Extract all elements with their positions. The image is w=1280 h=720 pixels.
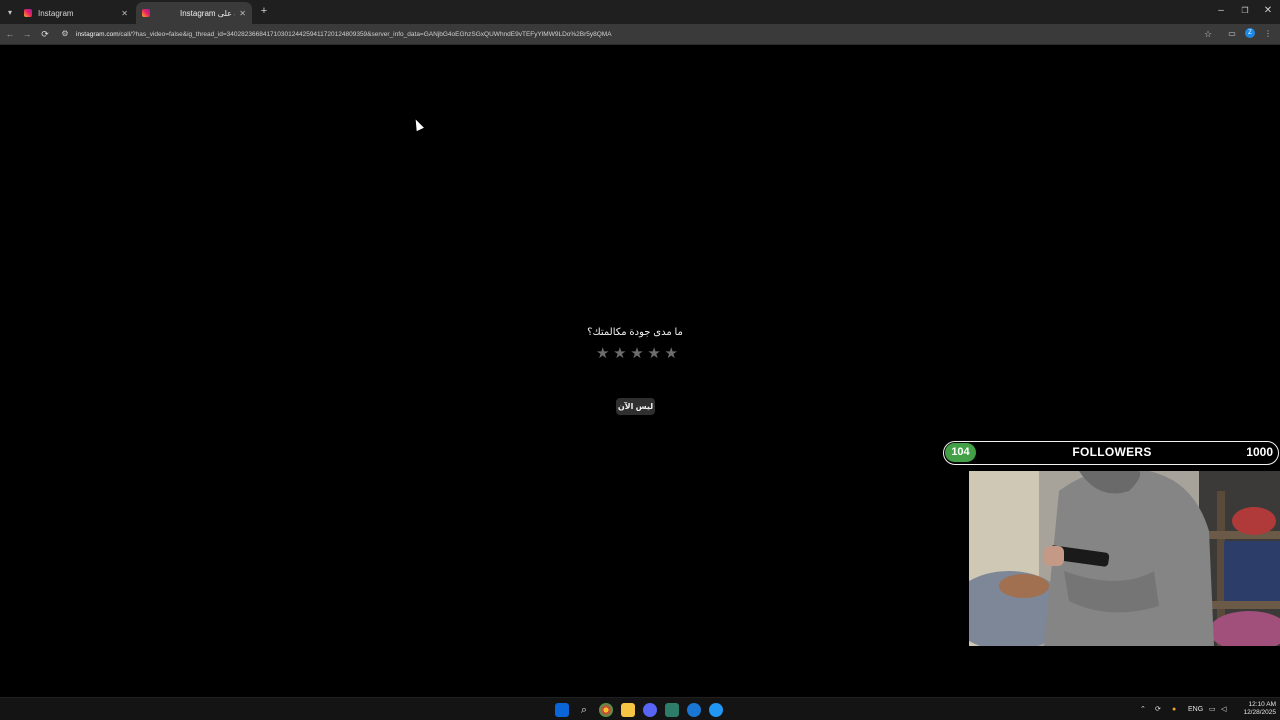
minimize-icon[interactable]: – bbox=[1215, 5, 1227, 17]
browser-app-icon[interactable] bbox=[687, 703, 701, 717]
address-bar[interactable]: ⚙ instagram.com/call/?has_video=false&ig… bbox=[58, 26, 1220, 42]
url-text[interactable]: instagram.com/call/?has_video=false&ig_t… bbox=[76, 31, 1186, 38]
forward-arrow-icon[interactable]: → bbox=[20, 27, 34, 41]
zoom-app-icon[interactable] bbox=[709, 703, 723, 717]
tray-chevron-up-icon[interactable]: ⌃ bbox=[1140, 705, 1146, 715]
file-explorer-icon[interactable] bbox=[621, 703, 635, 717]
webcam-person-image bbox=[969, 471, 1280, 646]
followers-label: FOLLOWERS bbox=[1072, 445, 1152, 459]
language-indicator[interactable]: ENG bbox=[1188, 705, 1203, 715]
tab-instagram-call[interactable]: Instagram مكالمة على ✕ bbox=[136, 2, 252, 24]
system-clock[interactable]: 12:10 AM 12/28/2025 bbox=[1236, 701, 1276, 717]
followers-goal-bar: 104 FOLLOWERS 1000 bbox=[943, 441, 1279, 465]
tab-title: Instagram مكالمة على bbox=[180, 8, 235, 18]
tray-mic-icon[interactable]: ● bbox=[1172, 705, 1176, 715]
clock-date: 12/28/2025 bbox=[1243, 709, 1276, 716]
star-3-icon[interactable]: ★ bbox=[630, 345, 643, 363]
clock-time: 12:10 AM bbox=[1248, 701, 1276, 708]
cast-media-icon[interactable]: ▭ bbox=[1226, 28, 1238, 40]
back-arrow-icon[interactable]: ← bbox=[3, 27, 17, 41]
windows-taskbar: ⌕ ⌃ ⟳ ● ENG ▭ ◁ 12:10 AM 12/28/2025 bbox=[0, 697, 1280, 720]
star-4-icon[interactable]: ★ bbox=[647, 345, 660, 363]
mouse-cursor-icon bbox=[412, 117, 424, 132]
webcam-feed bbox=[969, 471, 1280, 646]
tab-title: Instagram bbox=[38, 8, 74, 18]
close-window-icon[interactable]: ✕ bbox=[1262, 5, 1274, 17]
reload-icon[interactable]: ⟳ bbox=[38, 27, 52, 41]
volume-icon[interactable]: ◁ bbox=[1221, 705, 1226, 715]
restore-icon[interactable]: ❐ bbox=[1239, 5, 1251, 17]
site-info-tune-icon[interactable]: ⚙ bbox=[60, 29, 70, 39]
network-icon[interactable]: ▭ bbox=[1209, 705, 1216, 715]
tab-instagram[interactable]: Instagram ✕ bbox=[18, 2, 134, 24]
star-5-icon[interactable]: ★ bbox=[665, 345, 678, 363]
instagram-favicon-icon bbox=[142, 9, 150, 17]
star-rating: ★ ★ ★ ★ ★ bbox=[596, 345, 678, 363]
app-icon[interactable] bbox=[665, 703, 679, 717]
tab-close-icon[interactable]: ✕ bbox=[239, 9, 246, 18]
chrome-icon[interactable] bbox=[599, 703, 613, 717]
discord-icon[interactable] bbox=[643, 703, 657, 717]
search-icon[interactable]: ⌕ bbox=[577, 703, 591, 717]
followers-goal-value: 1000 bbox=[1246, 445, 1273, 459]
url-path: /call/?has_video=false&ig_thread_id=3402… bbox=[118, 30, 612, 38]
tab-strip: ▾ Instagram ✕ Instagram مكالمة على ✕ + –… bbox=[0, 0, 1280, 24]
call-quality-question: ما مدى جودة مكالمتك؟ bbox=[587, 327, 683, 338]
start-windows-icon[interactable] bbox=[555, 703, 569, 717]
profile-avatar[interactable]: Z bbox=[1245, 28, 1255, 38]
not-now-button[interactable]: ليس الآن bbox=[616, 398, 655, 415]
tab-search-chevron-down-icon[interactable]: ▾ bbox=[3, 5, 17, 19]
new-tab-plus-icon[interactable]: + bbox=[258, 5, 270, 17]
browser-menu-icon[interactable]: ⋮ bbox=[1262, 28, 1274, 40]
bookmark-star-icon[interactable]: ☆ bbox=[1202, 27, 1214, 41]
instagram-favicon-icon bbox=[24, 9, 32, 17]
tray-sync-icon[interactable]: ⟳ bbox=[1155, 705, 1161, 715]
tab-close-icon[interactable]: ✕ bbox=[121, 9, 128, 18]
star-1-icon[interactable]: ★ bbox=[596, 345, 609, 363]
browser-toolbar: ← → ⟳ ⚙ instagram.com/call/?has_video=fa… bbox=[0, 24, 1280, 44]
url-host: instagram.com bbox=[76, 30, 119, 38]
star-2-icon[interactable]: ★ bbox=[613, 345, 626, 363]
